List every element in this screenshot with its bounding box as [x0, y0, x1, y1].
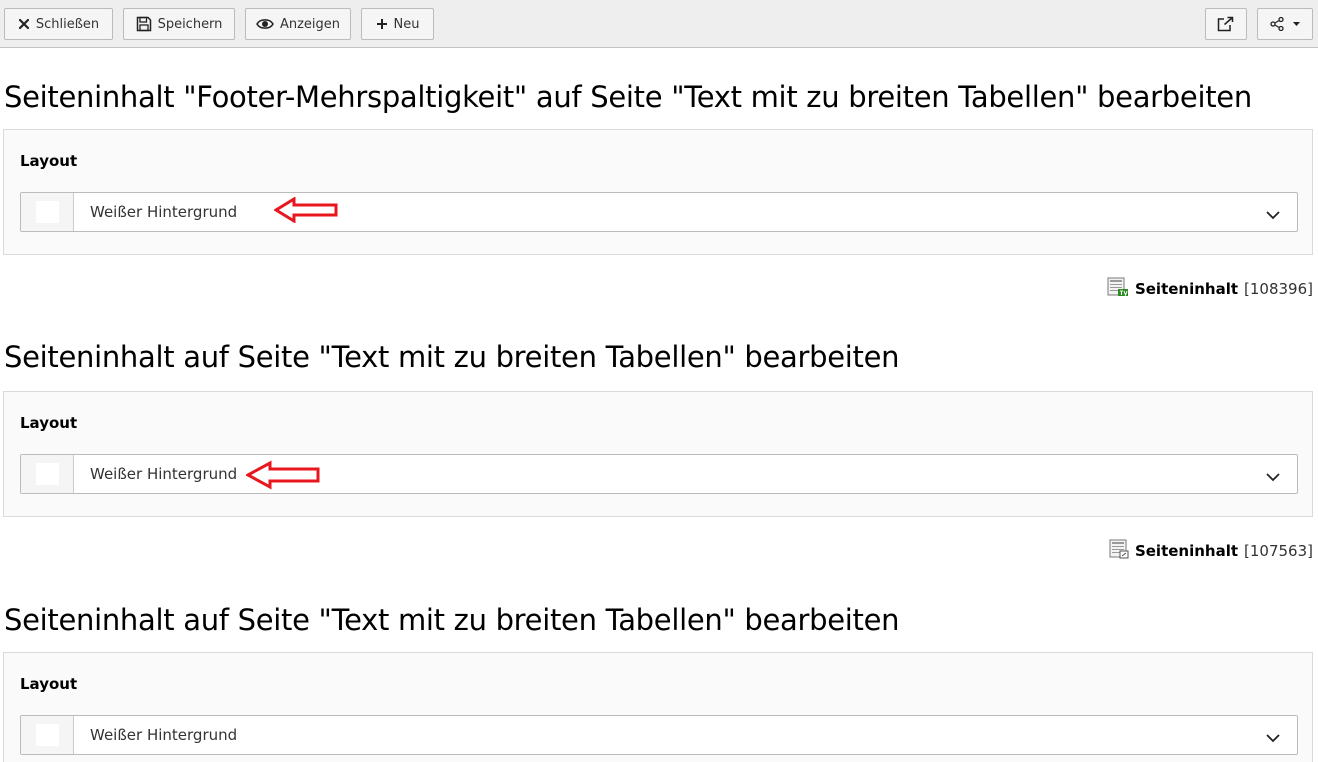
layout-select[interactable]: Weißer Hintergrund — [20, 454, 1298, 494]
chevron-down-icon — [1266, 205, 1280, 224]
record-uid: [107563] — [1244, 542, 1313, 560]
save-button-label: Speichern — [157, 16, 223, 32]
open-in-new-window-button[interactable] — [1205, 8, 1247, 40]
view-button-label: Anzeigen — [279, 16, 341, 32]
select-preview-box — [21, 193, 74, 231]
module-docheader-toolbar: Schließen Speichern Anzeigen Neu — [0, 0, 1318, 48]
record-type-label: Seiteninhalt — [1134, 542, 1239, 560]
section-heading: Seiteninhalt auf Seite "Text mit zu brei… — [4, 603, 900, 637]
chevron-down-icon — [1266, 467, 1280, 486]
new-button-label: Neu — [393, 16, 420, 32]
background-color-swatch — [36, 201, 59, 223]
share-icon — [1270, 17, 1284, 31]
layout-field-label: Layout — [20, 675, 78, 693]
layout-field-panel: Layout Weißer Hintergrund — [3, 129, 1313, 255]
red-arrow-annotation-icon — [273, 196, 338, 227]
new-button[interactable]: Neu — [361, 8, 434, 40]
content-element-icon — [1109, 539, 1129, 563]
external-link-icon — [1217, 16, 1235, 32]
section-heading: Seiteninhalt "Footer-Mehrspaltigkeit" au… — [4, 80, 1252, 114]
close-button-label: Schließen — [35, 16, 100, 32]
record-type-label: Seiteninhalt — [1134, 280, 1239, 298]
save-button[interactable]: Speichern — [123, 8, 235, 40]
red-arrow-annotation-icon — [244, 460, 320, 494]
view-button[interactable]: Anzeigen — [245, 8, 351, 40]
caret-down-icon — [1293, 22, 1300, 26]
layout-select[interactable]: Weißer Hintergrund — [20, 192, 1298, 232]
content-element-tv-icon — [1107, 277, 1129, 301]
close-icon — [18, 18, 30, 30]
chevron-down-icon — [1266, 728, 1280, 747]
layout-field-label: Layout — [20, 152, 78, 170]
record-info: Seiteninhalt [108396] — [1107, 277, 1313, 301]
section-heading: Seiteninhalt auf Seite "Text mit zu brei… — [4, 340, 900, 374]
layout-field-label: Layout — [20, 414, 78, 432]
layout-select[interactable]: Weißer Hintergrund — [20, 715, 1298, 755]
select-preview-box — [21, 455, 74, 493]
record-info: Seiteninhalt [107563] — [1109, 539, 1313, 563]
close-button[interactable]: Schließen — [4, 8, 113, 40]
layout-field-panel: Layout Weißer Hintergrund — [3, 391, 1313, 517]
layout-select-value: Weißer Hintergrund — [90, 465, 238, 483]
floppy-disk-icon — [136, 16, 152, 32]
layout-select-value: Weißer Hintergrund — [90, 726, 238, 744]
layout-select-value: Weißer Hintergrund — [90, 203, 238, 221]
background-color-swatch — [36, 724, 59, 746]
eye-icon — [256, 18, 274, 30]
background-color-swatch — [36, 463, 59, 485]
select-preview-box — [21, 716, 74, 754]
share-button[interactable] — [1257, 8, 1313, 40]
record-uid: [108396] — [1244, 280, 1313, 298]
plus-icon — [376, 18, 388, 30]
layout-field-panel: Layout Weißer Hintergrund — [3, 652, 1313, 762]
